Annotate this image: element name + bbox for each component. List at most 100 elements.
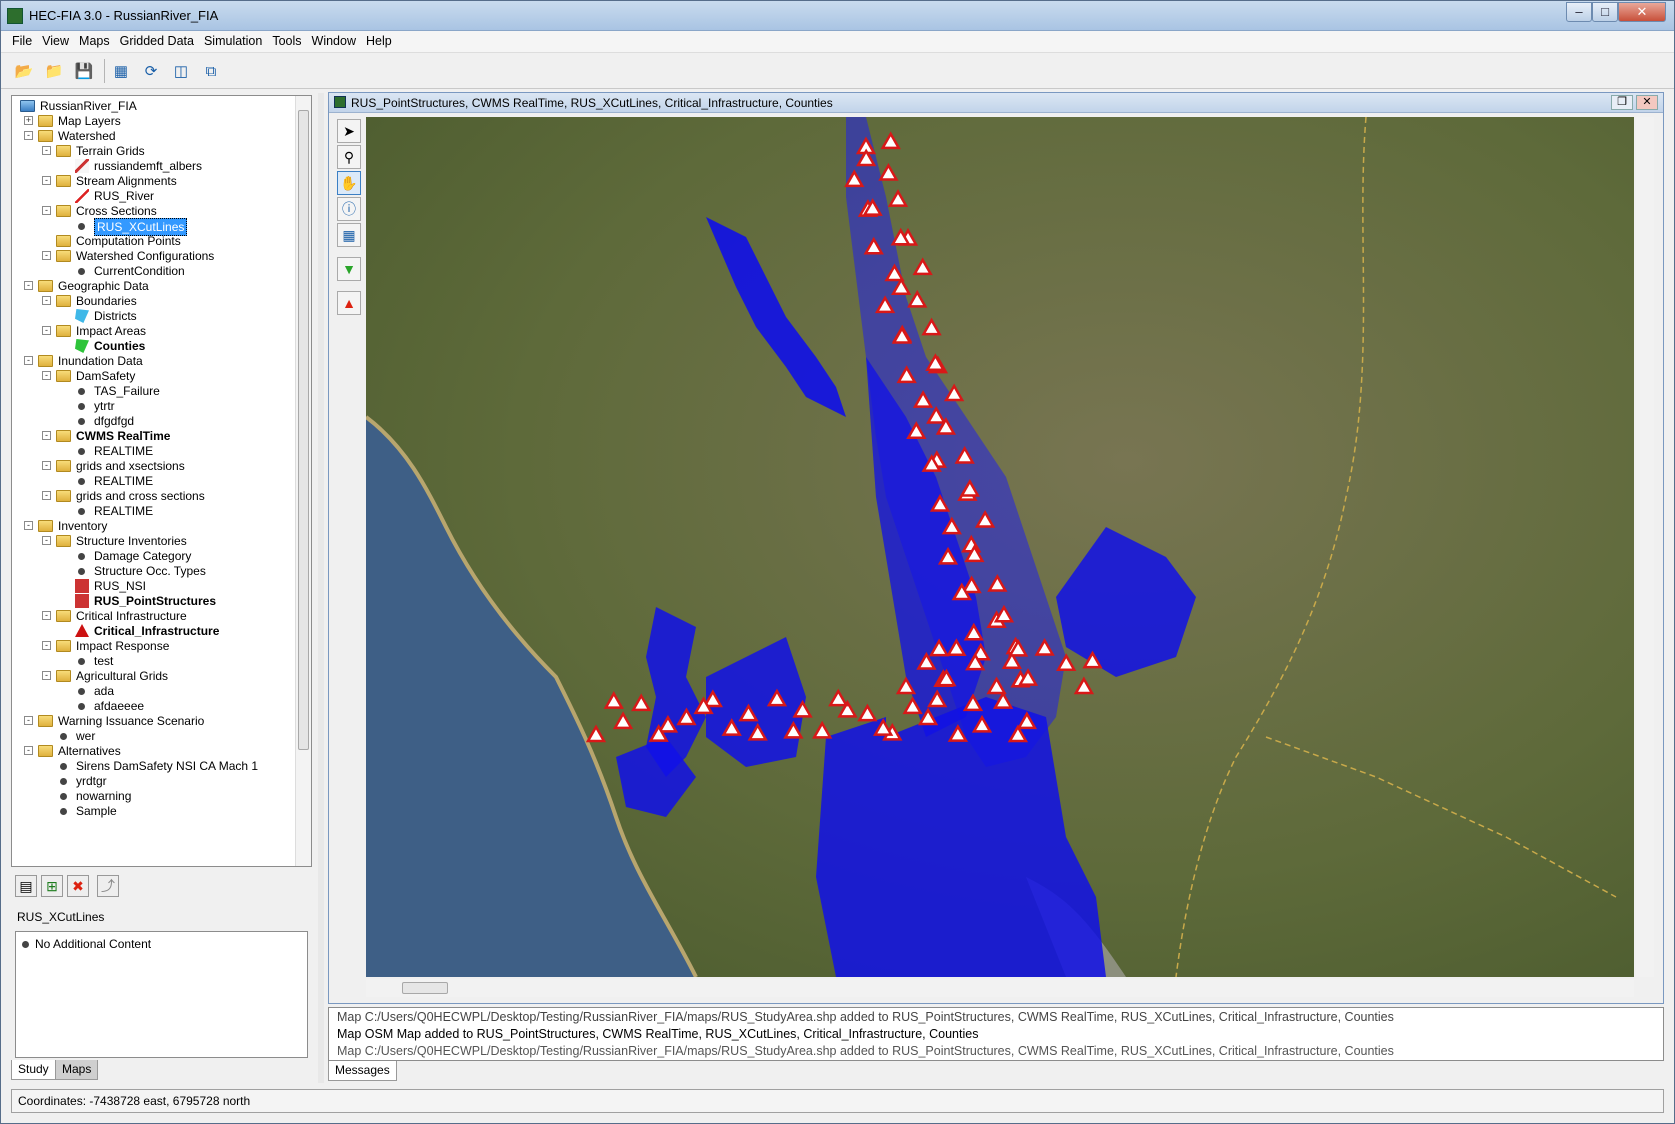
collapse-icon[interactable]: - [42, 536, 51, 545]
collapse-icon[interactable]: - [42, 491, 51, 500]
minimize-button[interactable]: – [1566, 2, 1592, 22]
identify-tool[interactable]: ⓘ [337, 197, 361, 221]
tree-item[interactable]: - Impact Areas [12, 323, 297, 339]
maximize-button[interactable]: □ [1592, 2, 1618, 22]
tree-item[interactable]: RUS_PointStructures [12, 593, 297, 609]
tab-messages[interactable]: Messages [328, 1061, 397, 1081]
tree-item[interactable]: RussianRiver_FIA [12, 98, 297, 114]
map-close-button[interactable]: ✕ [1636, 95, 1658, 110]
tree-item[interactable]: - CWMS RealTime [12, 428, 297, 444]
tab-maps[interactable]: Maps [55, 1060, 99, 1080]
collapse-icon[interactable]: - [24, 716, 33, 725]
tree-item[interactable]: - Cross Sections [12, 203, 297, 219]
map-restore-button[interactable]: ❐ [1611, 95, 1633, 110]
close-button[interactable]: ✕ [1618, 2, 1666, 22]
tree-item[interactable]: Damage Category [12, 548, 297, 564]
collapse-icon[interactable]: - [42, 671, 51, 680]
tree-item[interactable]: afdaeeee [12, 698, 297, 714]
tree-item[interactable]: Structure Occ. Types [12, 563, 297, 579]
tree-scroll-thumb[interactable] [298, 110, 309, 750]
open-study-button[interactable]: 📂 [12, 59, 36, 83]
tree-item[interactable]: - Inundation Data [12, 353, 297, 369]
tree-item[interactable]: ada [12, 683, 297, 699]
collapse-icon[interactable]: - [42, 371, 51, 380]
collapse-icon[interactable]: - [42, 296, 51, 305]
layers-button[interactable]: ▦ [109, 59, 133, 83]
tree-item[interactable]: - Alternatives [12, 743, 297, 759]
collapse-icon[interactable]: - [42, 206, 51, 215]
zoom-tool[interactable]: ⚲ [337, 145, 361, 169]
tree-item[interactable]: - Critical Infrastructure [12, 608, 297, 624]
tree-item[interactable]: RUS_River [12, 188, 297, 204]
collapse-icon[interactable]: - [24, 281, 33, 290]
refresh-button[interactable]: ⟳ [139, 59, 163, 83]
menu-view[interactable]: View [37, 31, 74, 51]
collapse-icon[interactable]: - [42, 251, 51, 260]
upstream-tool[interactable]: ▲ [337, 291, 361, 315]
tree-item[interactable]: ytrtr [12, 398, 297, 414]
tree-item[interactable]: - grids and xsectsions [12, 458, 297, 474]
tree-item[interactable]: russiandemft_albers [12, 158, 297, 174]
collapse-icon[interactable]: - [24, 356, 33, 365]
tree-item[interactable]: - Geographic Data [12, 278, 297, 294]
tree-item[interactable]: - Agricultural Grids [12, 668, 297, 684]
tree-item[interactable]: - Watershed Configurations [12, 248, 297, 264]
delete-button[interactable]: ✖ [67, 875, 89, 897]
collapse-icon[interactable]: - [24, 521, 33, 530]
collapse-icon[interactable]: - [42, 641, 51, 650]
open-existing-button[interactable]: 📁 [42, 59, 66, 83]
tile-button[interactable]: ◫ [169, 59, 193, 83]
run-button[interactable]: ⤴ [97, 875, 119, 897]
tree-item[interactable]: - Watershed [12, 128, 297, 144]
tree-item[interactable]: nowarning [12, 788, 297, 804]
tree-item[interactable]: Critical_Infrastructure [12, 623, 297, 639]
tree-item[interactable]: CurrentCondition [12, 263, 297, 279]
tree-item[interactable]: REALTIME [12, 503, 297, 519]
collapse-icon[interactable]: - [42, 146, 51, 155]
add-item-button[interactable]: ⊞ [41, 875, 63, 897]
select-polygon-tool[interactable]: ▼ [337, 257, 361, 281]
menu-gridded-data[interactable]: Gridded Data [115, 31, 199, 51]
tree-item[interactable]: - Warning Issuance Scenario [12, 713, 297, 729]
expand-icon[interactable]: + [24, 116, 33, 125]
menu-file[interactable]: File [7, 31, 37, 51]
collapse-icon[interactable]: - [24, 746, 33, 755]
collapse-icon[interactable]: - [42, 176, 51, 185]
map-vertical-scrollbar[interactable] [1636, 117, 1654, 977]
tree-item[interactable]: yrdtgr [12, 773, 297, 789]
menu-maps[interactable]: Maps [74, 31, 115, 51]
tree-item[interactable]: - Inventory [12, 518, 297, 534]
tree-item[interactable]: TAS_Failure [12, 383, 297, 399]
tree-item[interactable]: dfgdfgd [12, 413, 297, 429]
menu-tools[interactable]: Tools [267, 31, 306, 51]
tree-item[interactable]: - Stream Alignments [12, 173, 297, 189]
map-canvas[interactable] [366, 117, 1634, 977]
map-hscroll-thumb[interactable] [402, 982, 448, 994]
tree-item[interactable]: - grids and cross sections [12, 488, 297, 504]
collapse-icon[interactable]: - [42, 611, 51, 620]
tree-item[interactable]: + Map Layers [12, 113, 297, 129]
tree-item[interactable]: Sirens DamSafety NSI CA Mach 1 [12, 758, 297, 774]
table-tool[interactable]: ▦ [337, 223, 361, 247]
properties-button[interactable]: ▤ [15, 875, 37, 897]
tree-item[interactable]: Sample [12, 803, 297, 819]
tree-item[interactable]: - Impact Response [12, 638, 297, 654]
tree-item[interactable]: Computation Points [12, 233, 297, 249]
collapse-icon[interactable]: - [42, 461, 51, 470]
pan-tool[interactable]: ✋ [337, 171, 361, 195]
collapse-icon[interactable]: - [42, 326, 51, 335]
save-button[interactable]: 💾 [72, 59, 96, 83]
collapse-icon[interactable]: - [24, 131, 33, 140]
tree-item[interactable]: REALTIME [12, 443, 297, 459]
menu-help[interactable]: Help [361, 31, 397, 51]
menu-simulation[interactable]: Simulation [199, 31, 267, 51]
select-tool[interactable]: ➤ [337, 119, 361, 143]
tree-item[interactable]: wer [12, 728, 297, 744]
tab-study[interactable]: Study [11, 1060, 56, 1080]
tree-item[interactable]: RUS_NSI [12, 578, 297, 594]
tree-item[interactable]: RUS_XCutLines [12, 218, 297, 236]
tree-item[interactable]: - Structure Inventories [12, 533, 297, 549]
cascade-button[interactable]: ⧉ [199, 59, 223, 83]
tree-item[interactable]: - Terrain Grids [12, 143, 297, 159]
tree-scrollbar[interactable] [295, 96, 311, 866]
